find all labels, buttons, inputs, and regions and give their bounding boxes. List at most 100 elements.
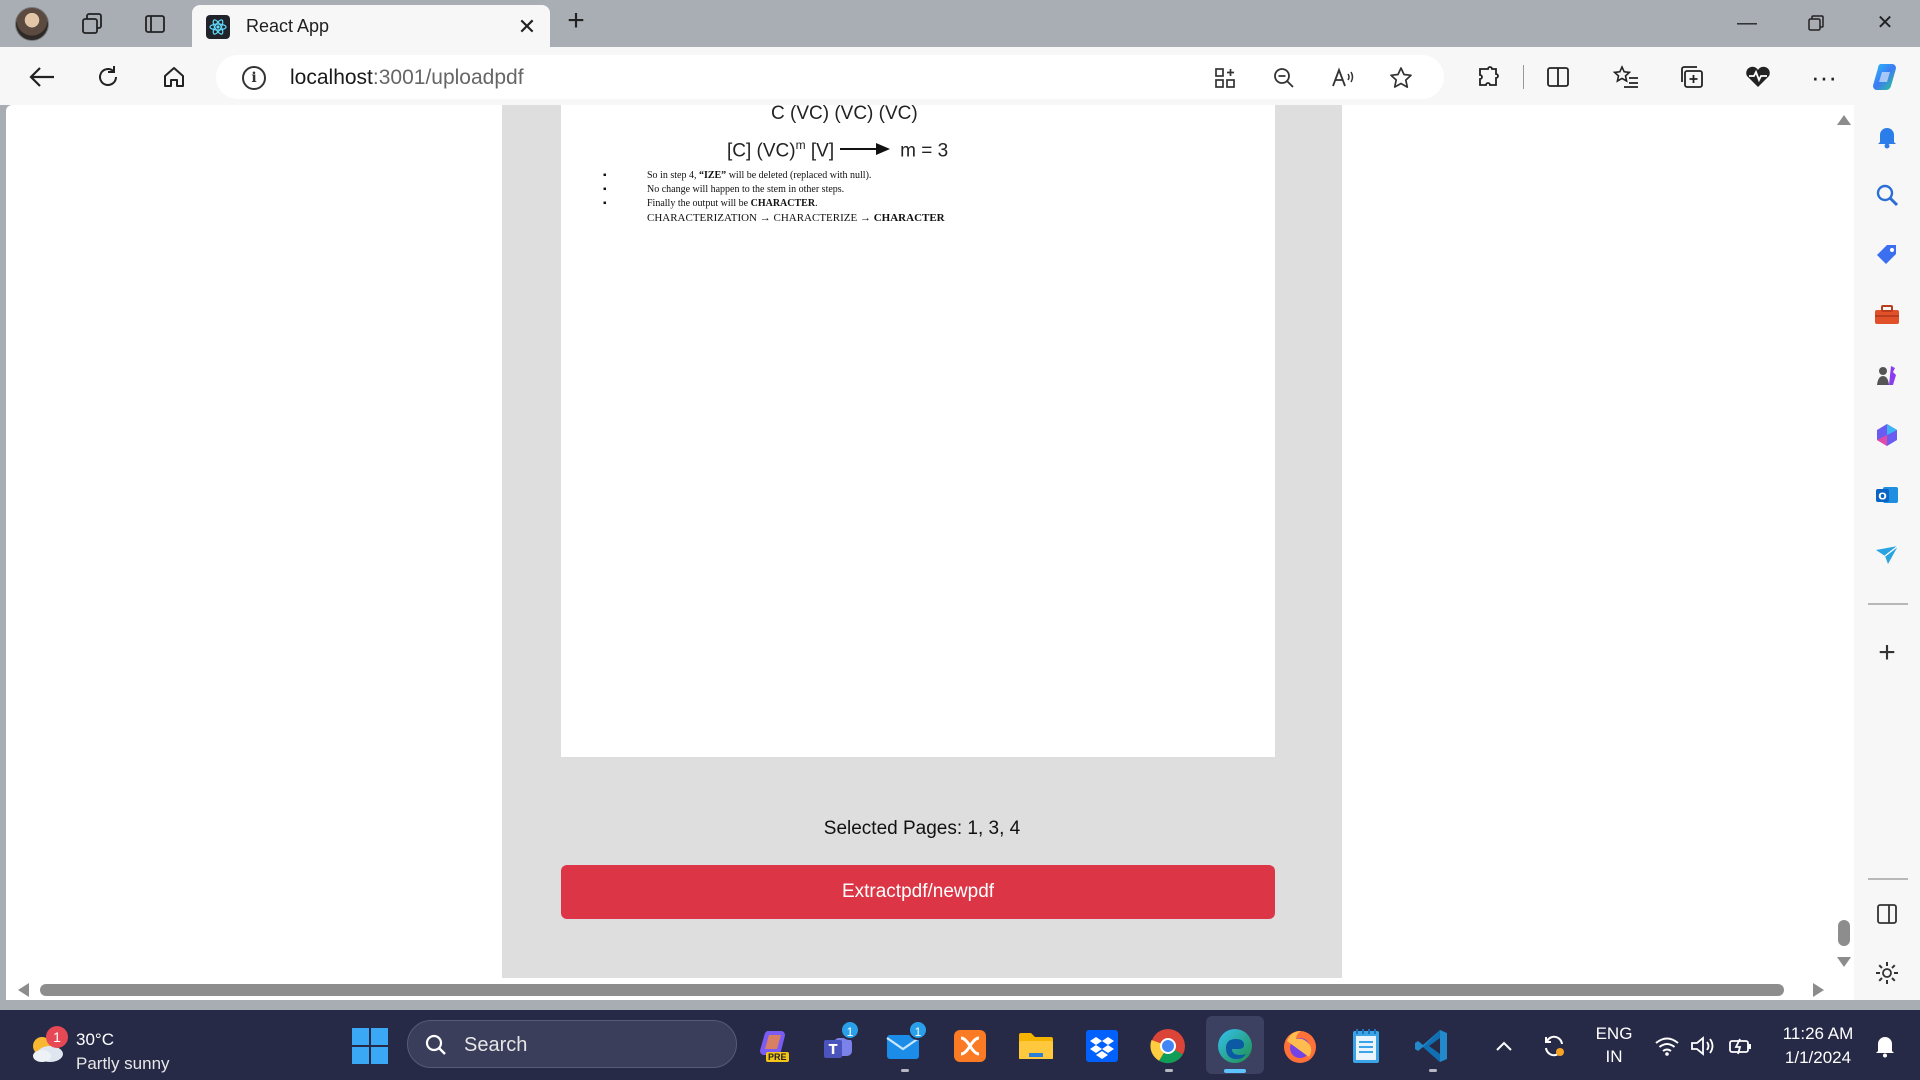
minimize-icon[interactable]: — [1724, 8, 1770, 38]
scroll-down-arrow-icon[interactable] [1837, 957, 1851, 967]
weather-badge: 1 [46, 1026, 68, 1048]
address-bar[interactable]: i localhost:3001/uploadpdf [216, 55, 1444, 99]
favorite-star-icon[interactable] [1386, 63, 1416, 93]
toolbar-divider [1523, 65, 1524, 89]
copilot-preview-app-icon[interactable]: PRE [752, 1024, 796, 1068]
volume-icon[interactable] [1688, 1024, 1718, 1068]
teams-badge: 1 [840, 1020, 860, 1040]
weather-temperature: 30°C [76, 1030, 114, 1049]
pdf-bullet-item: ▪ Finally the output will be CHARACTER. [603, 198, 818, 209]
edge-sidebar: O + [1854, 105, 1920, 1000]
scroll-left-arrow-icon[interactable] [18, 983, 29, 997]
add-sidebar-app-icon[interactable]: + [1871, 636, 1903, 669]
mail-badge: 1 [908, 1020, 928, 1040]
svg-text:O: O [1878, 492, 1887, 503]
refresh-icon[interactable] [90, 59, 126, 95]
input-language[interactable]: ENG [1590, 1024, 1638, 1044]
read-aloud-icon[interactable] [1328, 63, 1358, 93]
notification-center-bell-icon[interactable] [1870, 1024, 1900, 1068]
copilot-icon[interactable] [1868, 59, 1904, 95]
input-region[interactable]: IN [1590, 1047, 1638, 1067]
running-indicator [901, 1069, 909, 1072]
pdf-bullet-list: ▪ So in step 4, “IZE” will be deleted (re… [603, 169, 945, 225]
pdf-stemming-chain: CHARACTERIZATION → CHARACTERIZE → CHARAC… [647, 212, 945, 224]
url-text[interactable]: localhost:3001/uploadpdf [290, 66, 524, 90]
app-available-icon[interactable] [1210, 63, 1240, 93]
dropbox-app-icon[interactable] [1080, 1024, 1124, 1068]
vertical-scrollbar-thumb[interactable] [1838, 920, 1850, 946]
taskbar-gap [0, 1000, 1920, 1010]
horizontal-scrollbar-thumb[interactable] [40, 984, 1784, 996]
site-info-icon[interactable]: i [242, 66, 266, 90]
notepad-app-icon[interactable] [1344, 1024, 1388, 1068]
microsoft-365-icon[interactable] [1871, 419, 1903, 451]
preview-badge: PRE [766, 1052, 789, 1062]
windows-taskbar: 1 30°C Partly sunny Search PRE T 1 1 ENG… [0, 1010, 1920, 1080]
sidebar-divider [1868, 603, 1908, 605]
pdf-bullet-item: ▪ So in step 4, “IZE” will be deleted (re… [603, 170, 872, 181]
profile-avatar[interactable] [15, 7, 49, 41]
react-logo-icon [206, 15, 230, 39]
hide-sidebar-icon[interactable] [1871, 898, 1903, 930]
active-indicator [1224, 1069, 1246, 1073]
page-viewport: C (VC) (VC) (VC) [C] (VC)m [V] m = 3 ▪ So … [6, 105, 1854, 980]
collections-icon[interactable] [1674, 59, 1710, 95]
right-arrow-icon [840, 140, 891, 162]
new-tab-icon[interactable]: + [560, 6, 592, 38]
vscode-app-icon[interactable] [1410, 1024, 1454, 1068]
search-icon[interactable] [1871, 179, 1903, 211]
notifications-bell-icon[interactable] [1871, 121, 1903, 153]
sidebar-divider [1868, 878, 1908, 880]
clock-time[interactable]: 11:26 AM [1768, 1024, 1868, 1044]
close-window-icon[interactable]: ✕ [1862, 8, 1908, 38]
running-indicator [1165, 1069, 1173, 1072]
xampp-app-icon[interactable] [948, 1024, 992, 1068]
pdf-equation-main: [C] (VC)m [V] m = 3 [727, 138, 949, 162]
pdf-panel: C (VC) (VC) (VC) [C] (VC)m [V] m = 3 ▪ So … [502, 105, 1342, 978]
show-hidden-icons-chevron-icon[interactable] [1486, 1024, 1522, 1068]
tab-react-app[interactable]: React App ✕ [192, 5, 550, 47]
extensions-icon[interactable] [1470, 59, 1506, 95]
settings-gear-icon[interactable] [1871, 957, 1903, 989]
clock-date[interactable]: 1/1/2024 [1768, 1048, 1868, 1068]
taskbar-search-box[interactable]: Search [407, 1020, 737, 1068]
battery-charging-icon[interactable] [1724, 1024, 1756, 1068]
close-tab-icon[interactable]: ✕ [514, 14, 540, 40]
games-chess-icon[interactable] [1871, 359, 1903, 391]
wifi-icon[interactable] [1652, 1024, 1682, 1068]
favorites-list-icon[interactable] [1608, 59, 1644, 95]
teams-app-icon[interactable]: T 1 [816, 1020, 860, 1068]
browser-essentials-icon[interactable] [1740, 59, 1776, 95]
browser-titlebar: React App ✕ + — ✕ [0, 0, 1920, 47]
tools-toolbox-icon[interactable] [1871, 299, 1903, 331]
horizontal-scrollbar[interactable] [6, 980, 1854, 1000]
file-explorer-icon[interactable] [1014, 1024, 1058, 1068]
back-icon[interactable] [24, 59, 60, 95]
restore-icon[interactable] [1793, 8, 1839, 38]
home-icon[interactable] [156, 59, 192, 95]
scroll-up-arrow-icon[interactable] [1837, 115, 1851, 125]
chrome-app-icon[interactable] [1146, 1024, 1190, 1068]
search-icon [425, 1034, 446, 1055]
running-indicator [1429, 1069, 1437, 1072]
extract-pdf-button[interactable]: Extractpdf/newpdf [561, 865, 1275, 919]
pdf-page-preview: C (VC) (VC) (VC) [C] (VC)m [V] m = 3 ▪ So … [561, 105, 1275, 757]
firefox-app-icon[interactable] [1278, 1024, 1322, 1068]
windows-start-icon[interactable] [352, 1028, 388, 1064]
pdf-equation-top: C (VC) (VC) (VC) [771, 105, 918, 124]
workspaces-icon[interactable] [76, 8, 108, 40]
sync-status-icon[interactable] [1534, 1024, 1574, 1068]
svg-text:T: T [829, 1043, 838, 1058]
search-placeholder: Search [464, 1034, 528, 1056]
mail-app-icon[interactable]: 1 [882, 1020, 928, 1068]
selected-pages-text: Selected Pages: 1, 3, 4 [823, 818, 1021, 839]
more-options-icon[interactable]: ··· [1806, 59, 1842, 95]
edge-app-icon[interactable] [1213, 1024, 1257, 1068]
outlook-icon[interactable]: O [1871, 479, 1903, 511]
shopping-tag-icon[interactable] [1871, 239, 1903, 271]
split-screen-icon[interactable] [1540, 59, 1576, 95]
send-paper-plane-icon[interactable] [1871, 539, 1903, 571]
tab-actions-icon[interactable] [139, 8, 171, 40]
zoom-out-icon[interactable] [1269, 63, 1299, 93]
scroll-right-arrow-icon[interactable] [1813, 983, 1824, 997]
